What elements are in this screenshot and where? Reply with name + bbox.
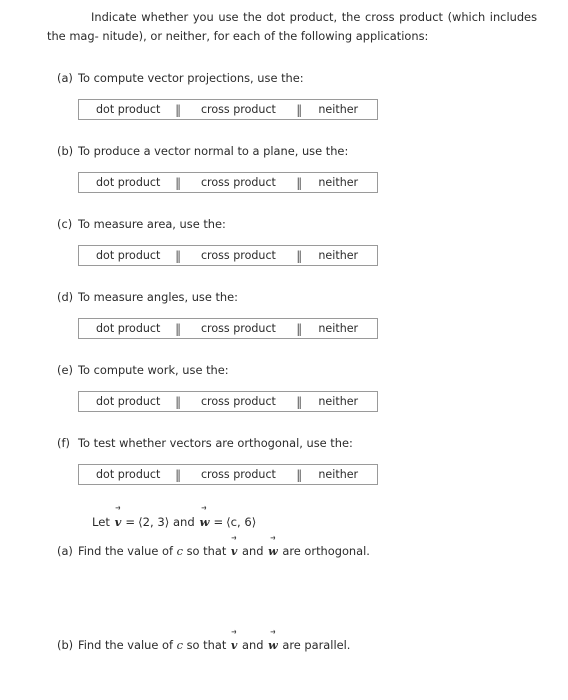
given-conjunction: and — [172, 515, 195, 529]
option-neither-a[interactable]: neither — [300, 100, 377, 119]
option-dot-product-f[interactable]: dot product — [79, 465, 177, 484]
option-separator: ‖ — [175, 467, 181, 482]
option-neither-c[interactable]: neither — [300, 246, 377, 265]
final-b-text-mid: so that — [186, 638, 227, 652]
final-question-b: (b) Find the value of c so that v and w a… — [57, 637, 350, 653]
option-cross-product-a[interactable]: cross product — [178, 100, 298, 119]
option-separator: ‖ — [296, 102, 302, 117]
option-cross-product-f[interactable]: cross product — [178, 465, 298, 484]
final-a-variable: c — [176, 544, 183, 558]
question-prompt-a: (a) To compute vector projections, use th… — [57, 70, 304, 86]
answer-options-d[interactable]: dot product ‖ cross product ‖ neither — [78, 318, 378, 339]
equals-sign: = — [125, 515, 136, 529]
vector-v-components: ⟨2, 3⟩ — [138, 515, 170, 529]
answer-options-f[interactable]: dot product ‖ cross product ‖ neither — [78, 464, 378, 485]
intro-line-2: nitude), or neither, for each of the fol… — [102, 29, 429, 43]
question-text-d: To measure angles, use the: — [78, 290, 239, 304]
question-label-d: (d) — [57, 290, 74, 304]
question-text-c: To measure area, use the: — [78, 217, 226, 231]
question-text-b: To produce a vector normal to a plane, u… — [78, 144, 349, 158]
question-prompt-c: (c) To measure area, use the: — [57, 216, 226, 232]
question-text-a: To compute vector projections, use the: — [78, 71, 304, 85]
option-separator: ‖ — [175, 175, 181, 190]
option-dot-product-e[interactable]: dot product — [79, 392, 177, 411]
final-a-vector-w: w — [267, 543, 279, 559]
final-question-label-b: (b) — [57, 638, 74, 652]
question-label-c: (c) — [57, 217, 73, 231]
option-separator: ‖ — [175, 102, 181, 117]
option-dot-product-b[interactable]: dot product — [79, 173, 177, 192]
final-question-label-a: (a) — [57, 544, 73, 558]
given-lead-text: Let — [92, 515, 110, 529]
final-a-text-after: are orthogonal. — [282, 544, 370, 558]
answer-options-e[interactable]: dot product ‖ cross product ‖ neither — [78, 391, 378, 412]
option-neither-e[interactable]: neither — [300, 392, 377, 411]
final-b-text-before: Find the value of — [78, 638, 173, 652]
question-text-f: To test whether vectors are orthogonal, … — [78, 436, 353, 450]
question-label-e: (e) — [57, 363, 73, 377]
final-a-text-mid: so that — [186, 544, 227, 558]
final-a-vector-v: v — [230, 543, 239, 559]
question-prompt-d: (d) To measure angles, use the: — [57, 289, 238, 305]
question-label-f: (f) — [57, 436, 70, 450]
option-cross-product-b[interactable]: cross product — [178, 173, 298, 192]
option-neither-b[interactable]: neither — [300, 173, 377, 192]
vector-w-components: ⟨c, 6⟩ — [226, 515, 257, 529]
final-b-variable: c — [176, 638, 183, 652]
given-vectors-statement: Let v=⟨2, 3⟩ and w=⟨c, 6⟩ — [92, 513, 256, 531]
option-cross-product-e[interactable]: cross product — [178, 392, 298, 411]
question-prompt-b: (b) To produce a vector normal to a plane… — [57, 143, 348, 159]
option-separator: ‖ — [175, 394, 181, 409]
final-b-vector-w: w — [267, 637, 279, 653]
option-dot-product-c[interactable]: dot product — [79, 246, 177, 265]
option-separator: ‖ — [296, 321, 302, 336]
equals-sign: = — [213, 515, 224, 529]
option-separator: ‖ — [175, 248, 181, 263]
intro-paragraph: Indicate whether you use the dot product… — [47, 8, 537, 46]
option-cross-product-d[interactable]: cross product — [178, 319, 298, 338]
question-prompt-e: (e) To compute work, use the: — [57, 362, 229, 378]
option-dot-product-a[interactable]: dot product — [79, 100, 177, 119]
final-a-conjunction: and — [242, 544, 264, 558]
option-separator: ‖ — [296, 175, 302, 190]
final-b-conjunction: and — [242, 638, 264, 652]
option-cross-product-c[interactable]: cross product — [178, 246, 298, 265]
worksheet-page: Indicate whether you use the dot product… — [0, 0, 568, 700]
option-dot-product-d[interactable]: dot product — [79, 319, 177, 338]
final-b-vector-v: v — [230, 637, 239, 653]
question-label-a: (a) — [57, 71, 73, 85]
answer-options-a[interactable]: dot product ‖ cross product ‖ neither — [78, 99, 378, 120]
final-question-a: (a) Find the value of c so that v and w a… — [57, 543, 370, 559]
question-prompt-f: (f) To test whether vectors are orthogona… — [57, 435, 353, 451]
answer-options-c[interactable]: dot product ‖ cross product ‖ neither — [78, 245, 378, 266]
vector-v-symbol: v — [114, 513, 123, 531]
answer-options-b[interactable]: dot product ‖ cross product ‖ neither — [78, 172, 378, 193]
question-text-e: To compute work, use the: — [78, 363, 229, 377]
question-label-b: (b) — [57, 144, 74, 158]
vector-w-symbol: w — [198, 513, 210, 531]
option-separator: ‖ — [296, 467, 302, 482]
option-neither-d[interactable]: neither — [300, 319, 377, 338]
final-a-text-before: Find the value of — [78, 544, 173, 558]
option-separator: ‖ — [296, 248, 302, 263]
option-separator: ‖ — [175, 321, 181, 336]
final-b-text-after: are parallel. — [282, 638, 351, 652]
option-neither-f[interactable]: neither — [300, 465, 377, 484]
option-separator: ‖ — [296, 394, 302, 409]
